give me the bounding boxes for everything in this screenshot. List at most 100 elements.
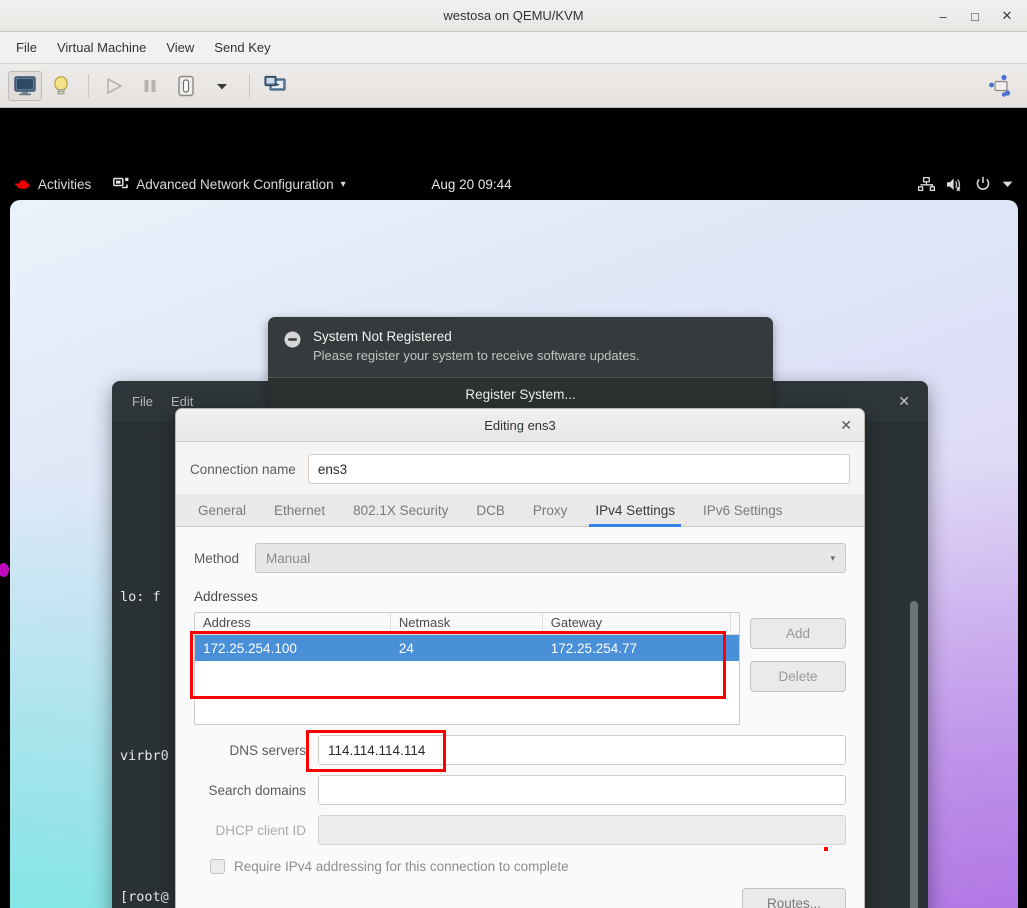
table-row[interactable]: 172.25.254.100 24 172.25.254.77 [195,635,739,661]
addresses-label: Addresses [194,589,258,604]
dialog-title: Editing ens3 [484,417,556,433]
settings-tabs: General Ethernet 802.1X Security DCB Pro… [176,494,864,527]
details-view-icon[interactable] [44,71,78,101]
desktop-accent-dot [0,563,9,577]
column-header-address: Address [195,613,391,634]
method-value: Manual [266,550,311,566]
dialog-titlebar: Editing ens3 ✕ [176,409,864,442]
column-header-gateway: Gateway [543,613,731,634]
pause-icon[interactable] [133,71,167,101]
dhcp-client-id-row: DHCP client ID [194,815,846,845]
system-tray [918,176,1013,192]
routes-row: Routes... [194,888,846,908]
notification-banner[interactable]: System Not Registered Please register yo… [268,317,773,411]
activities-button[interactable]: Activities [14,177,91,192]
snapshots-icon[interactable] [258,71,292,101]
dns-servers-input[interactable]: 114.114.114.114 [318,735,846,765]
redhat-logo-icon [14,179,30,189]
chevron-down-icon: ▾ [340,178,346,190]
cell-gateway: 172.25.254.77 [550,640,638,656]
annotation-dot [824,847,828,851]
dns-servers-label: DNS servers [229,742,306,758]
toolbar-separator [88,73,89,98]
connection-name-row: Connection name ens3 [176,442,864,494]
menu-file[interactable]: File [8,37,45,58]
vm-window-title: westosa on QEMU/KVM [443,8,584,23]
register-system-button[interactable]: Register System... [268,377,773,411]
cell-netmask: 24 [398,640,414,656]
notification-subtitle: Please register your system to receive s… [313,348,640,363]
addresses-table[interactable]: Address Netmask Gateway 172.25.254.100 2… [194,612,740,725]
maximize-icon[interactable]: □ [967,9,983,24]
dns-servers-row: DNS servers 114.114.114.114 [194,735,846,765]
gnome-topbar: Activities Advanced Network Configuratio… [0,168,1027,200]
toolbar-separator-2 [249,73,250,98]
menu-virtual-machine[interactable]: Virtual Machine [49,37,154,58]
minimize-icon[interactable]: – [935,9,951,24]
terminal-menu-file[interactable]: File [132,394,153,409]
routes-button[interactable]: Routes... [742,888,846,908]
require-ipv4-label: Require IPv4 addressing for this connect… [234,859,569,874]
addresses-section: Address Netmask Gateway 172.25.254.100 2… [194,612,846,725]
vm-menubar: File Virtual Machine View Send Key [0,32,1027,64]
tab-proxy[interactable]: Proxy [519,494,582,526]
network-config-icon [113,177,129,189]
minus-circle-icon [284,331,301,363]
search-domains-input[interactable] [318,775,846,805]
app-menu-button[interactable]: Advanced Network Configuration ▾ [113,176,346,192]
column-header-spacer [731,613,739,634]
dhcp-client-id-label: DHCP client ID [215,822,306,838]
search-domains-row: Search domains [194,775,846,805]
dialog-content: Connection name ens3 General Ethernet 80… [176,442,864,908]
close-icon[interactable]: ✕ [898,393,910,410]
menu-view[interactable]: View [158,37,202,58]
volume-muted-icon [947,178,961,191]
dhcp-client-id-input [318,815,846,845]
vm-toolbar [0,64,1027,108]
terminal-menu-edit[interactable]: Edit [171,394,193,409]
menu-send-key[interactable]: Send Key [206,37,278,58]
ipv4-settings-pane: Method Manual ▾ Addresses Address Netmas… [176,527,864,908]
vm-titlebar: westosa on QEMU/KVM – □ ✕ [0,0,1027,32]
wired-network-icon [918,176,935,191]
add-button[interactable]: Add [750,618,846,649]
tab-ipv4-settings[interactable]: IPv4 Settings [581,494,689,527]
app-menu-label: Advanced Network Configuration [136,176,334,192]
tab-dcb[interactable]: DCB [462,494,519,526]
guest-display[interactable]: Activities Advanced Network Configuratio… [0,108,1027,908]
terminal-scrollbar[interactable] [910,601,918,908]
table-header-row: Address Netmask Gateway [195,613,739,635]
console-view-icon[interactable] [8,70,42,101]
method-dropdown[interactable]: Manual ▾ [255,543,846,573]
method-label: Method [194,550,240,566]
chevron-down-icon[interactable] [205,71,239,101]
shutdown-icon[interactable] [169,71,203,101]
fullscreen-icon[interactable] [983,71,1017,101]
close-icon[interactable]: ✕ [840,417,852,434]
connection-name-label: Connection name [190,461,296,477]
search-domains-label: Search domains [208,782,306,798]
editing-connection-dialog[interactable]: Editing ens3 ✕ Connection name ens3 Gene… [175,408,865,908]
notification-title: System Not Registered [313,329,452,344]
connection-name-input[interactable]: ens3 [307,454,850,484]
power-icon [976,176,990,190]
column-header-netmask: Netmask [391,613,543,634]
tab-general[interactable]: General [184,494,260,526]
activities-label: Activities [38,176,92,192]
terminal-menubar: File Edit [112,394,193,409]
run-icon[interactable] [97,71,131,101]
window-controls: – □ ✕ [935,0,1021,32]
method-row: Method Manual ▾ [194,543,846,573]
cell-address: 172.25.254.100 [203,640,297,656]
require-ipv4-row[interactable]: Require IPv4 addressing for this connect… [210,859,846,874]
notification-body: System Not Registered Please register yo… [268,317,773,377]
tab-ethernet[interactable]: Ethernet [260,494,339,526]
close-icon[interactable]: ✕ [999,8,1015,24]
tab-ipv6-settings[interactable]: IPv6 Settings [689,494,797,526]
tab-8021x-security[interactable]: 802.1X Security [339,494,462,526]
chevron-down-icon: ▾ [830,552,835,563]
addresses-buttons: Add Delete [750,612,846,725]
chevron-down-icon [1002,181,1013,187]
require-ipv4-checkbox[interactable] [210,859,225,874]
delete-button[interactable]: Delete [750,661,846,692]
